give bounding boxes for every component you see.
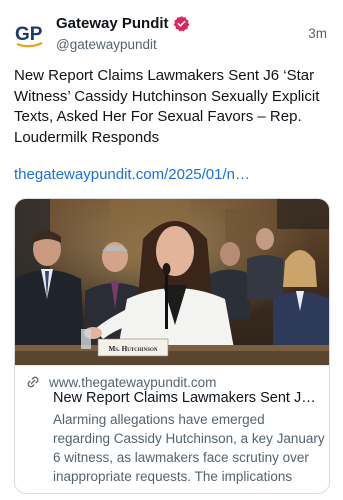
gateway-pundit-logo: GP — [15, 24, 43, 48]
card-domain: www.thegatewaypundit.com — [49, 374, 217, 390]
post[interactable]: GP Gateway Pundit @gatewaypundit 3m New … — [0, 0, 343, 500]
post-link[interactable]: thegatewaypundit.com/2025/01/n… — [14, 165, 332, 185]
post-time[interactable]: 3m — [308, 26, 327, 41]
nameplate-text: Ms. Hutchinson — [108, 345, 157, 353]
card-title[interactable]: New Report Claims Lawmakers Sent J… — [53, 389, 325, 408]
link-icon — [25, 374, 41, 390]
card-body[interactable]: www.thegatewaypundit.com New Report Clai… — [15, 365, 329, 493]
card-description: Alarming allegations have emerged regard… — [53, 412, 325, 490]
author-name-row: Gateway Pundit — [56, 15, 190, 32]
svg-text:GP: GP — [15, 24, 43, 45]
card-image[interactable]: Ms. Hutchinson — [15, 199, 329, 365]
avatar[interactable]: GP — [14, 18, 46, 50]
author-handle[interactable]: @gatewaypundit — [56, 37, 157, 52]
post-header: GP Gateway Pundit @gatewaypundit 3m — [14, 10, 331, 58]
card-link-row: www.thegatewaypundit.com — [25, 374, 216, 390]
hearing-photo: Ms. Hutchinson — [15, 199, 329, 365]
author-name[interactable]: Gateway Pundit — [56, 15, 169, 32]
verified-badge-icon — [173, 15, 190, 32]
link-preview-card[interactable]: Ms. Hutchinson www.thegatewaypundit.com … — [14, 198, 330, 494]
post-text: New Report Claims Lawmakers Sent J6 ‘Sta… — [14, 67, 320, 146]
